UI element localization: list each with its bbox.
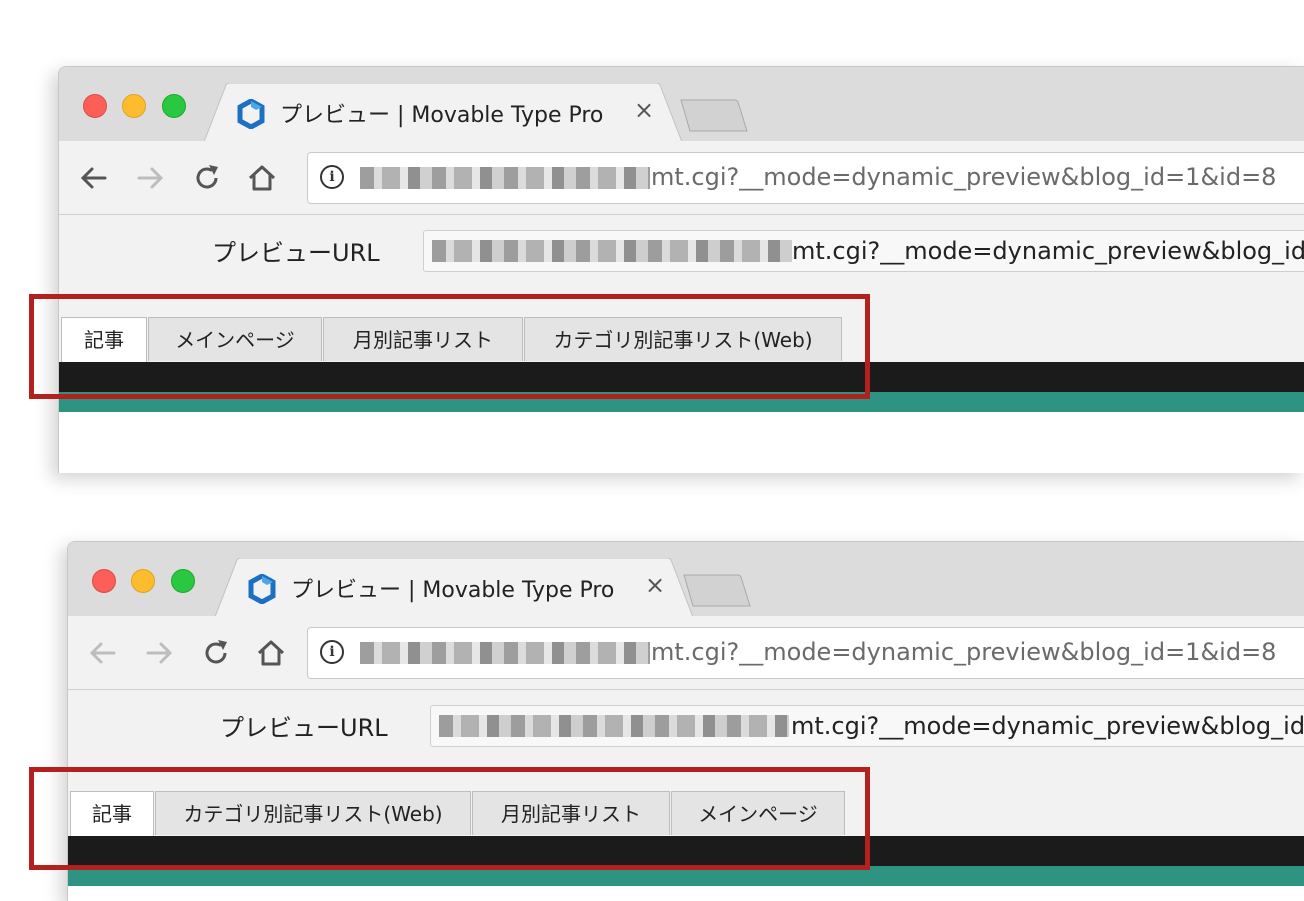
movable-type-favicon-icon <box>237 99 265 129</box>
preview-content-area <box>59 412 1304 473</box>
blurred-domain <box>360 642 650 664</box>
zoom-window-button[interactable] <box>162 94 186 118</box>
highlight-frame-2 <box>29 767 870 870</box>
navigation-bar: i mt.cgi?__mode=dynamic_preview&blog_id=… <box>68 616 1304 690</box>
title-bar: プレビュー | Movable Type Pro × <box>68 542 1304 618</box>
address-bar[interactable]: i mt.cgi?__mode=dynamic_preview&blog_id=… <box>307 627 1304 679</box>
address-url-text: mt.cgi?__mode=dynamic_preview&blog_id=1&… <box>651 163 1277 191</box>
blurred-domain <box>439 715 789 737</box>
preview-url-row: プレビューURL mt.cgi?__mode=dynamic_preview&b… <box>68 690 1304 754</box>
info-icon[interactable]: i <box>320 640 344 664</box>
address-bar[interactable]: i mt.cgi?__mode=dynamic_preview&blog_id=… <box>307 152 1304 204</box>
preview-url-text: mt.cgi?__mode=dynamic_preview&blog_id <box>792 237 1304 265</box>
tab-title: プレビュー | Movable Type Pro <box>291 578 615 603</box>
forward-arrow-icon[interactable] <box>142 636 176 670</box>
preview-url-text: mt.cgi?__mode=dynamic_preview&blog_id <box>791 712 1304 740</box>
new-tab-button[interactable] <box>682 574 752 608</box>
reload-icon[interactable] <box>199 636 233 670</box>
close-window-button[interactable] <box>92 569 116 593</box>
address-url-text: mt.cgi?__mode=dynamic_preview&blog_id=1&… <box>651 638 1277 666</box>
movable-type-favicon-icon <box>248 574 276 604</box>
tab-close-icon[interactable]: × <box>634 96 654 124</box>
tab-title: プレビュー | Movable Type Pro <box>280 103 604 128</box>
preview-url-row: プレビューURL mt.cgi?__mode=dynamic_preview&b… <box>59 215 1304 279</box>
preview-url-label: プレビューURL <box>220 714 388 742</box>
preview-url-field[interactable]: mt.cgi?__mode=dynamic_preview&blog_id <box>430 705 1304 747</box>
zoom-window-button[interactable] <box>171 569 195 593</box>
title-bar: プレビュー | Movable Type Pro × <box>59 67 1304 143</box>
blurred-domain <box>432 240 792 262</box>
preview-content-area <box>68 886 1304 901</box>
reload-icon[interactable] <box>190 161 224 195</box>
navigation-bar: i mt.cgi?__mode=dynamic_preview&blog_id=… <box>59 141 1304 215</box>
browser-tab[interactable]: プレビュー | Movable Type Pro × <box>204 83 682 143</box>
preview-url-field[interactable]: mt.cgi?__mode=dynamic_preview&blog_id <box>423 230 1304 272</box>
back-arrow-icon[interactable] <box>86 636 120 670</box>
home-icon[interactable] <box>254 636 288 670</box>
forward-arrow-icon[interactable] <box>133 161 167 195</box>
home-icon[interactable] <box>245 161 279 195</box>
back-arrow-icon[interactable] <box>77 161 111 195</box>
browser-tab[interactable]: プレビュー | Movable Type Pro × <box>215 558 693 618</box>
blurred-domain <box>360 167 650 189</box>
preview-url-label: プレビューURL <box>212 239 380 267</box>
browser-window-1: プレビュー | Movable Type Pro × i mt.cgi?__mo… <box>58 66 1304 473</box>
highlight-frame-1 <box>29 294 870 399</box>
minimize-window-button[interactable] <box>131 569 155 593</box>
close-window-button[interactable] <box>83 94 107 118</box>
tab-close-icon[interactable]: × <box>645 571 665 599</box>
new-tab-button[interactable] <box>679 99 749 133</box>
minimize-window-button[interactable] <box>122 94 146 118</box>
info-icon[interactable]: i <box>320 165 344 189</box>
